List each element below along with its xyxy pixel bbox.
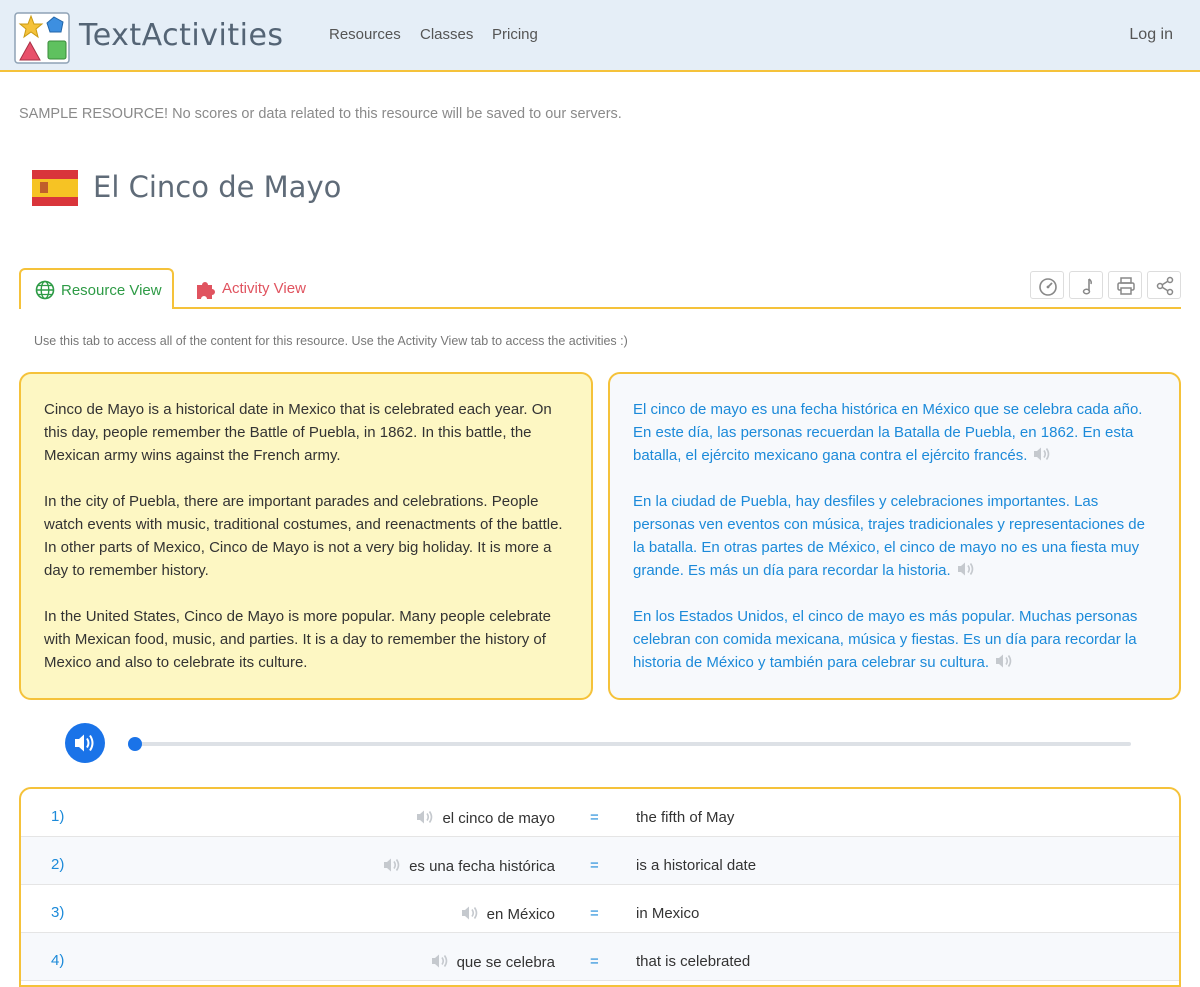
spain-flag-icon	[32, 170, 78, 206]
spanish-paragraph-text[interactable]: En los Estados Unidos, el cinco de mayo …	[633, 608, 1137, 671]
share-icon	[1156, 276, 1174, 296]
row-number: 1)	[51, 808, 65, 825]
english-phrase: in Mexico	[636, 905, 700, 922]
share-button[interactable]	[1147, 271, 1181, 299]
tab-activity-label: Activity View	[222, 280, 306, 297]
row-number: 3)	[51, 904, 65, 921]
speaker-icon[interactable]	[461, 905, 479, 921]
speaker-icon	[75, 734, 94, 752]
brand-name[interactable]: TextActivities	[79, 18, 284, 53]
audio-play-button[interactable]	[65, 723, 105, 763]
english-paragraph: In the city of Puebla, there are importa…	[44, 493, 563, 579]
audio-progress-handle[interactable]	[128, 737, 142, 751]
spanish-paragraph[interactable]: El cinco de mayo es una fecha histórica …	[633, 398, 1155, 467]
print-button[interactable]	[1108, 271, 1142, 299]
table-row: 1) el cinco de mayo = the fifth of May	[21, 789, 1179, 837]
spanish-paragraph[interactable]: En la ciudad de Puebla, hay desfiles y c…	[633, 490, 1155, 582]
equals-sign: =	[590, 857, 599, 874]
speedometer-icon	[1039, 278, 1057, 296]
speaker-icon[interactable]	[995, 653, 1013, 669]
audio-progress-track[interactable]	[131, 742, 1131, 746]
spanish-phrase-text: que se celebra	[456, 954, 555, 971]
spanish-paragraph[interactable]: En los Estados Unidos, el cinco de mayo …	[633, 605, 1155, 674]
english-text-panel: Cinco de Mayo is a historical date in Me…	[19, 372, 593, 700]
spanish-paragraph-text[interactable]: En la ciudad de Puebla, hay desfiles y c…	[633, 493, 1145, 579]
speaker-icon[interactable]	[416, 809, 434, 825]
login-link[interactable]: Log in	[1129, 26, 1173, 44]
speaker-icon[interactable]	[1033, 446, 1051, 462]
shapes-logo-icon[interactable]	[14, 12, 70, 64]
printer-icon	[1117, 277, 1135, 295]
english-phrase: the fifth of May	[636, 809, 735, 826]
globe-icon	[35, 280, 55, 300]
spanish-phrase-text: el cinco de mayo	[442, 810, 555, 827]
nav-resources[interactable]: Resources	[329, 26, 401, 43]
spanish-phrase-text: en México	[486, 906, 555, 923]
spanish-phrase[interactable]: que se celebra	[431, 953, 555, 971]
equals-sign: =	[590, 905, 599, 922]
table-row: 4) que se celebra = that is celebrated	[21, 933, 1179, 981]
row-number: 2)	[51, 856, 65, 873]
english-paragraph: Cinco de Mayo is a historical date in Me…	[44, 401, 552, 464]
tab-hint: Use this tab to access all of the conten…	[34, 334, 628, 348]
vocabulary-table: 1) el cinco de mayo = the fifth of May 2…	[19, 787, 1181, 987]
tab-divider	[19, 307, 1181, 309]
music-note-icon	[1082, 278, 1092, 295]
table-row: 3) en México = in Mexico	[21, 885, 1179, 933]
spanish-text-panel: El cinco de mayo es una fecha histórica …	[608, 372, 1181, 700]
table-row: 2) es una fecha histórica = is a histori…	[21, 837, 1179, 885]
speaker-icon[interactable]	[431, 953, 449, 969]
spanish-phrase[interactable]: es una fecha histórica	[383, 857, 555, 875]
english-phrase: that is celebrated	[636, 953, 751, 970]
spanish-phrase[interactable]: el cinco de mayo	[416, 809, 555, 827]
nav-classes[interactable]: Classes	[420, 26, 473, 43]
top-navbar: TextActivities Resources Classes Pricing…	[0, 0, 1200, 72]
speed-button[interactable]	[1030, 271, 1064, 299]
english-paragraph: In the United States, Cinco de Mayo is m…	[44, 608, 551, 671]
equals-sign: =	[590, 953, 599, 970]
spanish-phrase-text: es una fecha histórica	[409, 858, 555, 875]
speaker-icon[interactable]	[383, 857, 401, 873]
spanish-paragraph-text[interactable]: El cinco de mayo es una fecha histórica …	[633, 401, 1142, 464]
page-title: El Cinco de Mayo	[93, 170, 342, 204]
tab-resource-view[interactable]: Resource View	[19, 268, 174, 309]
sample-notice: SAMPLE RESOURCE! No scores or data relat…	[19, 106, 622, 122]
equals-sign: =	[590, 809, 599, 826]
english-phrase: is a historical date	[636, 857, 757, 874]
tab-resource-label: Resource View	[61, 282, 162, 299]
music-button[interactable]	[1069, 271, 1103, 299]
nav-pricing[interactable]: Pricing	[492, 26, 538, 43]
speaker-icon[interactable]	[957, 561, 975, 577]
puzzle-icon	[197, 282, 215, 299]
spanish-phrase[interactable]: en México	[461, 905, 555, 923]
